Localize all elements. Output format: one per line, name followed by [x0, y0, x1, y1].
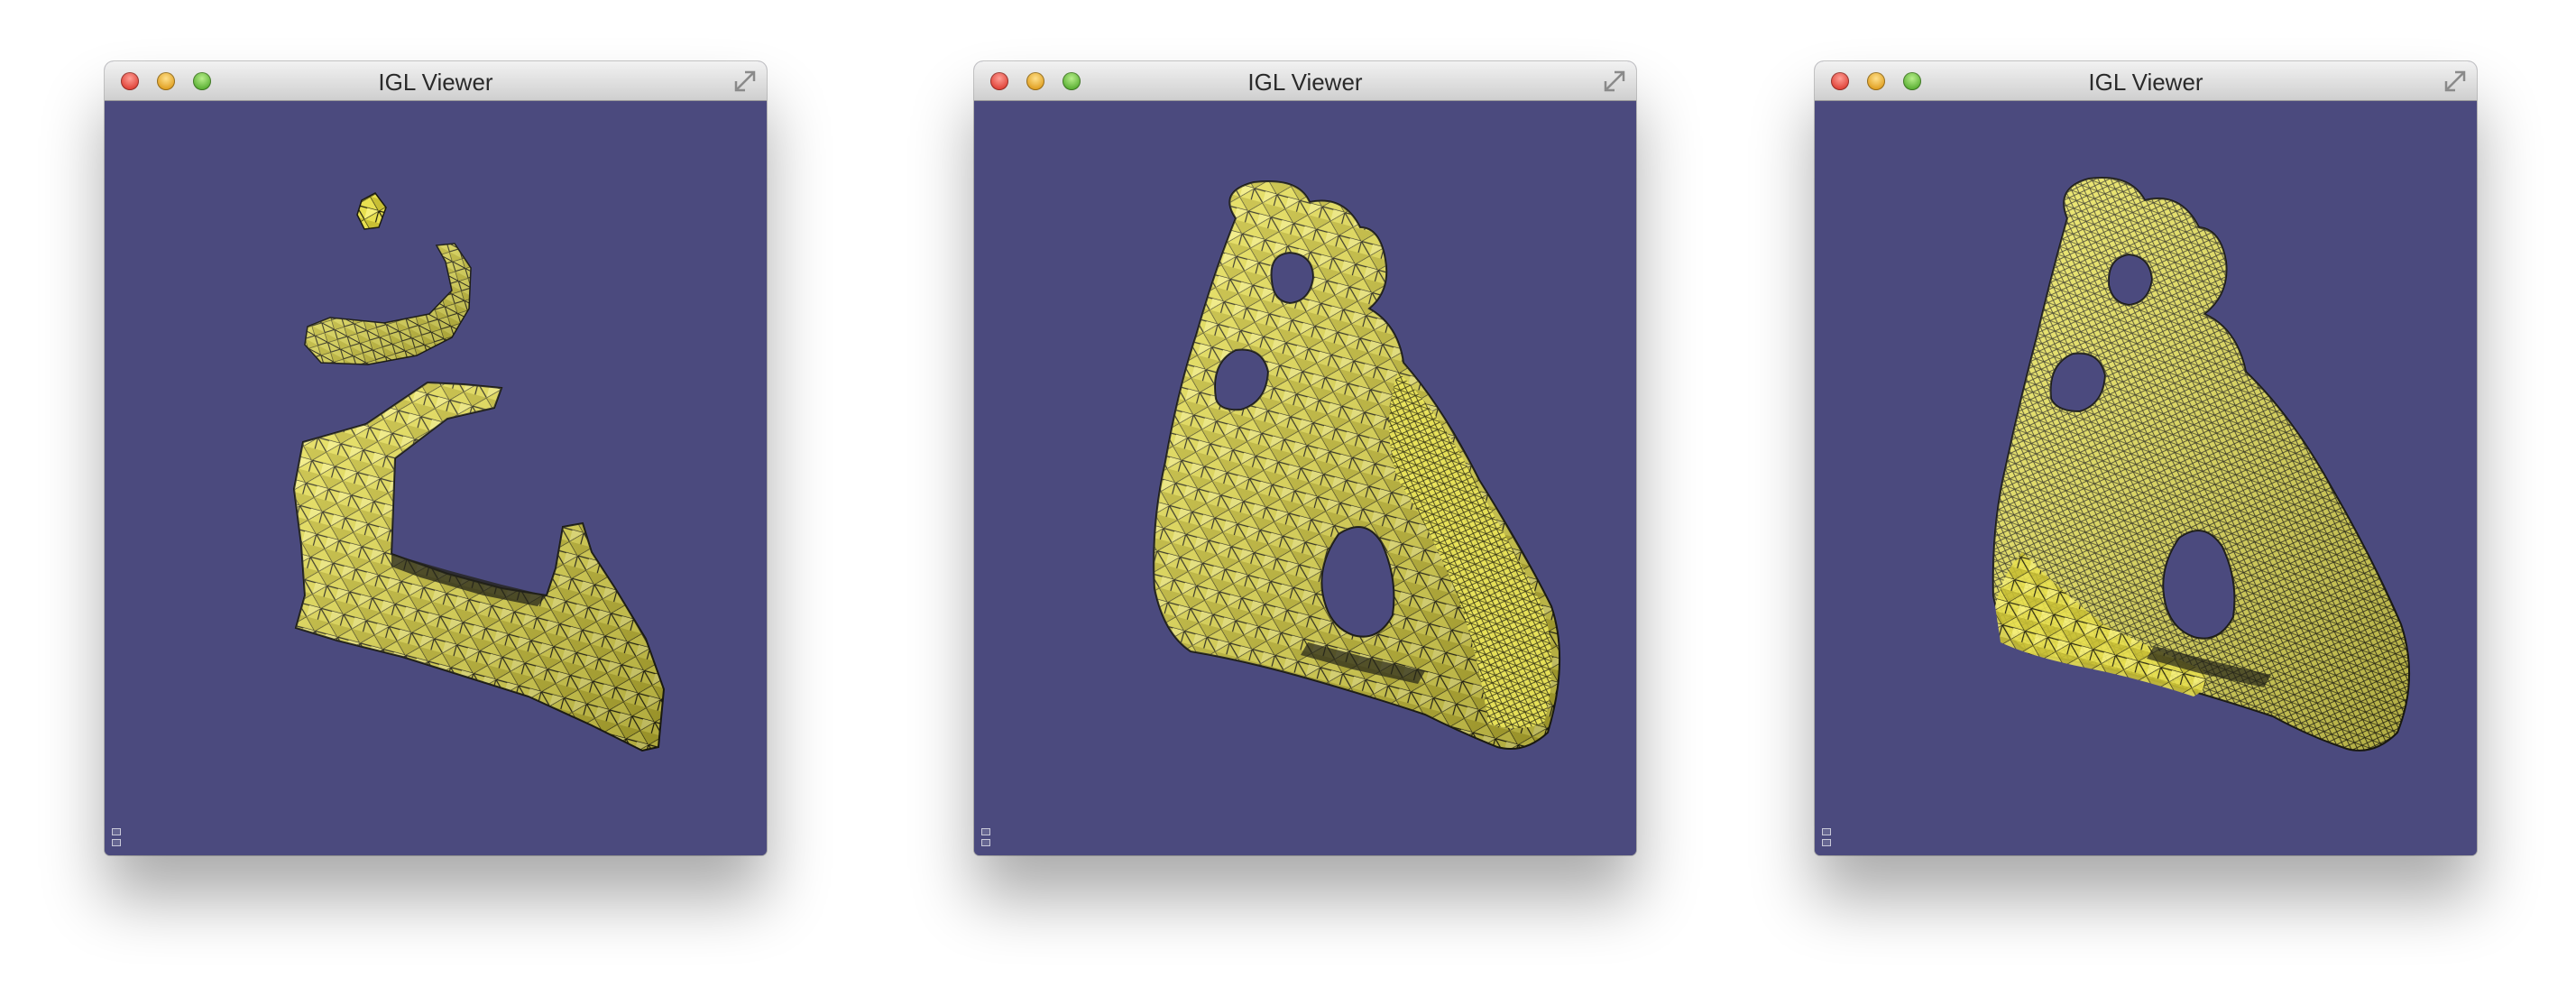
title-bar[interactable]: IGL Viewer	[974, 61, 1636, 101]
viewer-window-3[interactable]: IGL Viewer	[1815, 61, 2477, 855]
mesh-model-refined	[1992, 177, 2411, 752]
fullscreen-icon[interactable]	[2443, 69, 2468, 94]
window-title: IGL Viewer	[1247, 69, 1363, 96]
viewer-toggle-icon[interactable]	[981, 825, 992, 846]
render-viewport[interactable]	[1815, 101, 2477, 855]
render-viewport[interactable]	[105, 101, 767, 855]
viewer-window-2[interactable]: IGL Viewer	[974, 61, 1636, 855]
title-bar[interactable]: IGL Viewer	[105, 61, 767, 101]
viewer-toggle-icon[interactable]	[1822, 825, 1833, 846]
viewer-toggle-icon[interactable]	[112, 825, 123, 846]
render-viewport[interactable]	[974, 101, 1636, 855]
fullscreen-icon[interactable]	[732, 69, 758, 94]
window-title: IGL Viewer	[378, 69, 493, 96]
window-title: IGL Viewer	[2088, 69, 2203, 96]
title-bar[interactable]: IGL Viewer	[1815, 61, 2477, 101]
mesh-model-partial	[292, 192, 666, 752]
viewer-window-1[interactable]: IGL Viewer	[105, 61, 767, 855]
mesh-model-coarse	[1153, 180, 1561, 750]
fullscreen-icon[interactable]	[1602, 69, 1627, 94]
